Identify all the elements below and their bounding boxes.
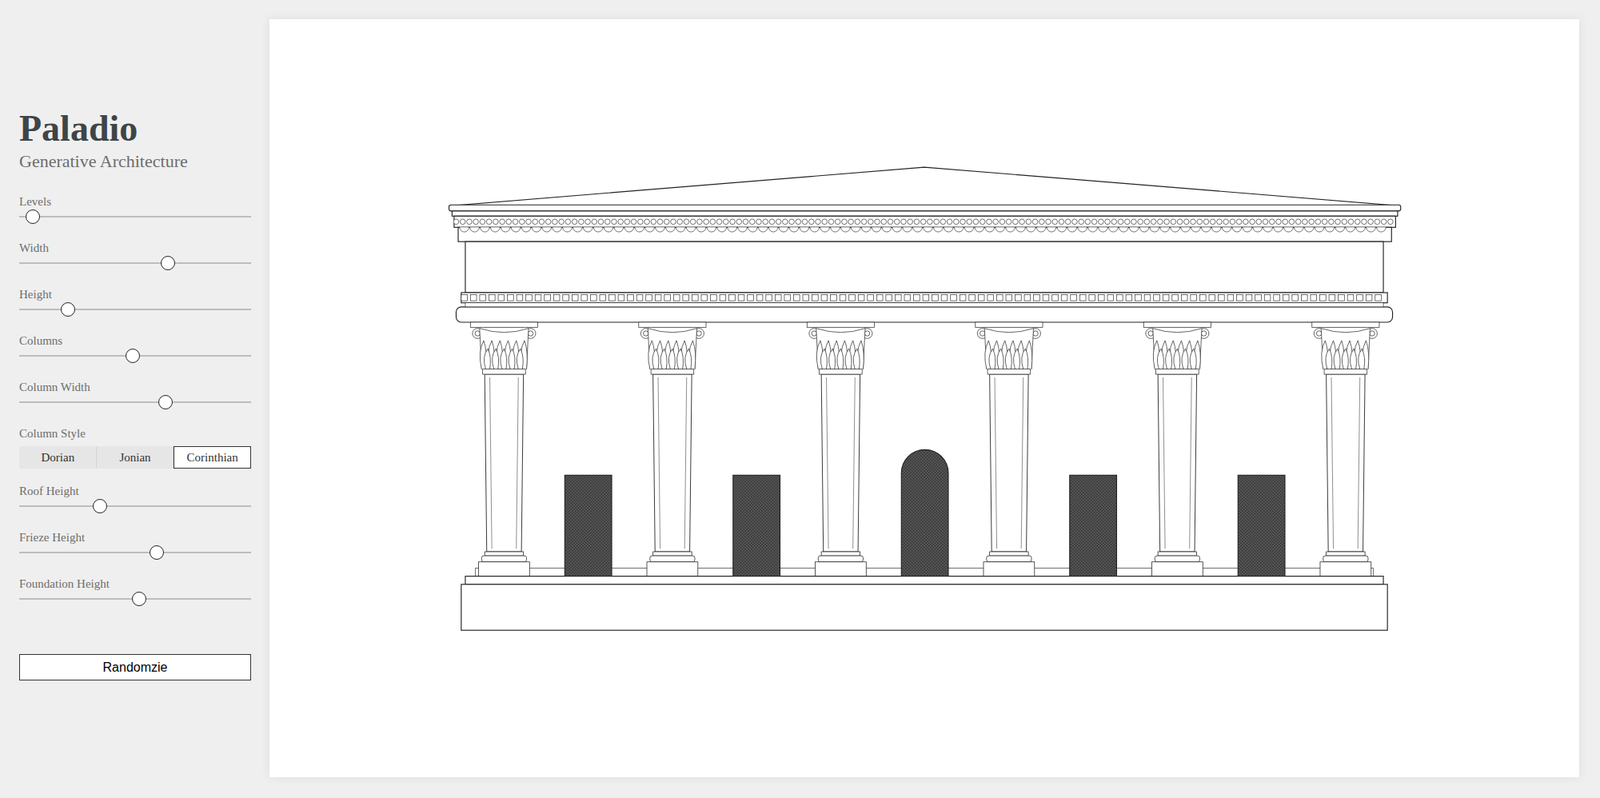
corinthian-capital bbox=[975, 322, 1043, 375]
column-style-group: DorianJonianCorinthian bbox=[19, 446, 252, 469]
slider-track[interactable] bbox=[19, 209, 252, 224]
slider: Column Width bbox=[19, 379, 270, 426]
slider-track[interactable] bbox=[19, 302, 252, 317]
slider: Frieze Height bbox=[19, 529, 270, 576]
column bbox=[470, 322, 538, 577]
door bbox=[733, 474, 781, 576]
corinthian-capital bbox=[470, 322, 538, 375]
slider: Columns bbox=[19, 332, 270, 380]
slider-thumb[interactable] bbox=[60, 302, 76, 317]
slider-thumb[interactable] bbox=[25, 209, 40, 224]
app: PaladioGenerative Architecture Levels Widt… bbox=[0, 0, 1600, 798]
door bbox=[1237, 474, 1285, 576]
slider-label: Width bbox=[19, 239, 270, 256]
slider-thumb[interactable] bbox=[149, 545, 164, 560]
corinthian-capital bbox=[806, 322, 874, 375]
slider-track[interactable] bbox=[19, 498, 252, 514]
column-style-option[interactable]: Corinthian bbox=[173, 446, 252, 469]
slider-label: Levels bbox=[19, 193, 270, 210]
app-subtitle: Generative Architecture bbox=[19, 150, 270, 173]
slider: Height bbox=[19, 286, 270, 333]
column bbox=[975, 322, 1043, 577]
column bbox=[1312, 322, 1380, 577]
slider: Roof Height bbox=[19, 482, 270, 530]
app-title: Paladio bbox=[19, 107, 270, 151]
slider-label: Column Width bbox=[19, 379, 270, 396]
temple-drawing bbox=[269, 19, 1580, 778]
frieze bbox=[465, 241, 1384, 293]
column-style-label: Column Style bbox=[19, 425, 270, 442]
foundation bbox=[461, 584, 1388, 631]
slider-thumb[interactable] bbox=[158, 395, 173, 410]
slider-track[interactable] bbox=[19, 348, 252, 364]
slider-label: Height bbox=[19, 286, 270, 303]
column-style-option[interactable]: Jonian bbox=[96, 446, 175, 469]
door bbox=[564, 474, 612, 576]
slider-track[interactable] bbox=[19, 395, 252, 410]
slider-thumb[interactable] bbox=[92, 498, 108, 514]
slider: Width bbox=[19, 239, 270, 287]
slider-label: Roof Height bbox=[19, 482, 270, 499]
corinthian-capital bbox=[1143, 322, 1211, 375]
slider-track[interactable] bbox=[19, 591, 252, 607]
corinthian-capital bbox=[1312, 322, 1380, 375]
canvas bbox=[269, 19, 1580, 778]
sidebar: PaladioGenerative Architecture Levels Widt… bbox=[0, 0, 270, 798]
roof bbox=[449, 167, 1401, 206]
slider-thumb[interactable] bbox=[160, 255, 176, 271]
corinthian-capital bbox=[638, 322, 707, 375]
slider-label: Columns bbox=[19, 332, 270, 349]
slider-thumb[interactable] bbox=[131, 591, 147, 607]
slider: Levels bbox=[19, 193, 270, 240]
column bbox=[1143, 322, 1211, 577]
column bbox=[638, 322, 707, 577]
slider-thumb[interactable] bbox=[125, 348, 140, 364]
column-style-option[interactable]: Dorian bbox=[19, 446, 97, 469]
slider-label: Frieze Height bbox=[19, 529, 270, 546]
arched-door bbox=[901, 449, 949, 576]
randomize-button[interactable]: Randomzie bbox=[19, 654, 252, 681]
column bbox=[806, 322, 874, 577]
door bbox=[1069, 474, 1118, 576]
slider-track[interactable] bbox=[19, 545, 252, 560]
slider: Foundation Height bbox=[19, 575, 270, 623]
slider-track[interactable] bbox=[19, 255, 252, 271]
slider-label: Foundation Height bbox=[19, 575, 270, 592]
